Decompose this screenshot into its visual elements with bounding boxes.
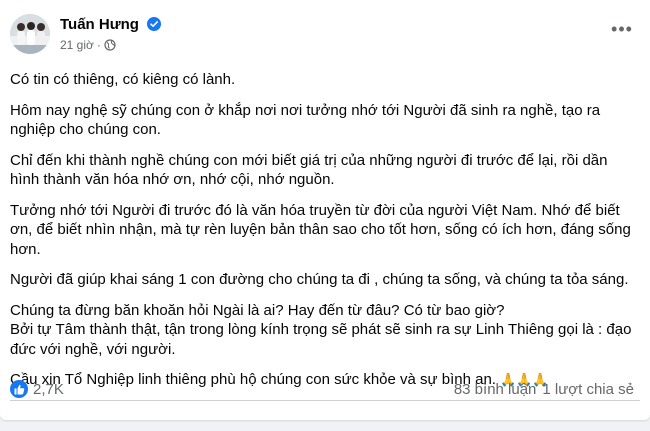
like-icon[interactable] — [10, 380, 28, 398]
post-paragraph: Có tin có thiêng, có kiêng có lành. — [10, 71, 236, 88]
post-paragraph: Chúng ta đừng băn khoăn hỏi Ngài là ai? … — [10, 301, 505, 319]
avatar[interactable] — [10, 14, 50, 54]
reaction-count[interactable]: 2,7K — [33, 381, 64, 398]
post-paragraph: Chỉ đến khi thành nghề chúng con mới biế… — [10, 151, 608, 189]
verified-badge-icon — [147, 17, 162, 35]
author-name-label[interactable]: Tuấn Hưng — [60, 16, 139, 33]
post-footer: 2,7K 83 bình luận 1 lượt chia sẻ — [10, 376, 640, 401]
post-paragraph: Hôm nay nghệ sỹ chúng con ở khắp nơi nơi… — [10, 101, 601, 139]
author-name[interactable]: Tuấn Hưng — [60, 16, 162, 35]
engagement-stats: 83 bình luận 1 lượt chia sẻ — [454, 381, 634, 398]
post-timestamp[interactable]: 21 giờ — [60, 38, 94, 52]
post-header: Tuấn Hưng 21 giờ · ••• — [10, 14, 640, 60]
comments-count[interactable]: 83 bình luận — [454, 381, 537, 398]
post-paragraph: Người đã giúp khai sáng 1 con đường cho … — [10, 271, 629, 288]
post-body: Có tin có thiêng, có kiêng có lành. Hôm … — [10, 70, 638, 401]
shares-count[interactable]: 1 lượt chia sẻ — [542, 381, 634, 398]
more-options-icon[interactable]: ••• — [610, 20, 634, 42]
post-card: Tuấn Hưng 21 giờ · ••• Có tin có thiêng, … — [0, 0, 650, 420]
meta-separator: · — [96, 38, 101, 52]
post-paragraph: Bởi tự Tâm thành thật, tận trong lòng kí… — [10, 321, 632, 358]
post-meta: 21 giờ · — [60, 38, 116, 54]
post-paragraph: Tưởng nhớ tới Người đi trước đó là văn h… — [10, 201, 631, 258]
globe-icon[interactable] — [104, 39, 116, 54]
